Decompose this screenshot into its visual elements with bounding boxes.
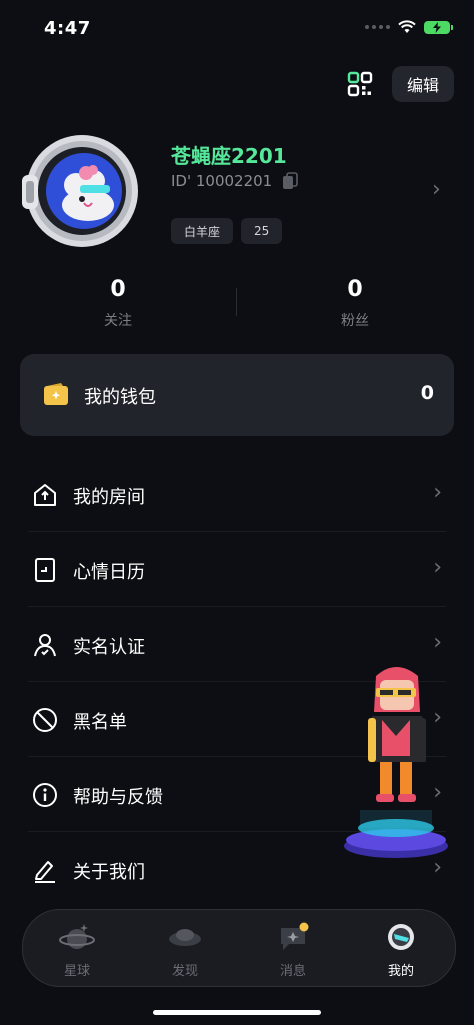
calendar-icon: [35, 558, 55, 582]
status-icons: [365, 20, 453, 34]
menu-item-label: 实名认证: [73, 637, 145, 658]
character-figure-icon: [344, 667, 448, 858]
verify-person-icon: [34, 634, 56, 657]
tab-label: 星球: [63, 964, 90, 979]
edit-button[interactable]: 编辑: [392, 66, 454, 102]
menu-item-mood-calendar[interactable]: 心情日历 ›: [28, 531, 446, 607]
discover-icon: [169, 929, 201, 946]
tab-messages[interactable]: 消息: [239, 910, 347, 986]
profile-icon: [388, 924, 414, 950]
info-icon: [33, 783, 57, 807]
tab-label: 消息: [279, 964, 306, 979]
battery-icon: [424, 20, 453, 34]
bottom-tab-bar: 星球 发现 消息 我的: [22, 909, 456, 987]
zodiac-tag: 白羊座: [171, 218, 234, 244]
menu-item-my-room[interactable]: 我的房间 ›: [28, 456, 446, 532]
age-tag: 25: [241, 218, 283, 244]
followers-label: 粉丝: [341, 313, 369, 329]
stats-divider: [236, 288, 237, 316]
chevron-right-icon: ›: [433, 480, 442, 505]
following-count: 0: [110, 277, 126, 302]
home-indicator: [153, 1010, 321, 1015]
planet-icon: [59, 924, 95, 949]
unread-dot-icon: [299, 922, 309, 932]
block-icon: [33, 708, 57, 732]
user-id-row: ID' 10002201: [171, 172, 299, 190]
menu-item-label: 关于我们: [73, 862, 145, 883]
wallet-card[interactable]: 我的钱包 0: [20, 354, 454, 436]
tab-discover[interactable]: 发现: [131, 910, 239, 986]
signal-dots-icon: [365, 25, 390, 29]
following-label: 关注: [104, 313, 132, 329]
copy-icon[interactable]: [282, 172, 299, 190]
menu-item-label: 心情日历: [73, 562, 145, 583]
followers-count: 0: [347, 277, 363, 302]
followers-stat[interactable]: 0 粉丝: [295, 277, 415, 330]
status-time: 4:47: [44, 18, 91, 39]
following-stat[interactable]: 0 关注: [58, 277, 178, 330]
qr-code-button[interactable]: [345, 69, 375, 99]
profile-tags: 白羊座 25: [171, 218, 283, 244]
profile-chevron-right-icon[interactable]: ›: [432, 177, 441, 202]
tab-planet[interactable]: 星球: [23, 910, 131, 986]
user-id: ID' 10002201: [171, 172, 273, 190]
qr-code-icon: [347, 71, 373, 97]
menu-item-label: 我的房间: [73, 487, 145, 508]
menu-item-label: 黑名单: [73, 712, 127, 733]
wifi-icon: [398, 20, 416, 33]
wallet-icon: [44, 383, 68, 405]
chevron-right-icon: ›: [433, 555, 442, 580]
wallet-label: 我的钱包: [84, 387, 156, 408]
chevron-right-icon: ›: [433, 630, 442, 655]
tab-me[interactable]: 我的: [347, 910, 455, 986]
astronaut-avatar-icon: [22, 135, 138, 247]
tab-label: 我的: [387, 964, 414, 979]
menu-item-label: 帮助与反馈: [73, 787, 163, 808]
nickname: 苍蝇座2201: [171, 144, 287, 168]
tab-label: 发现: [171, 964, 198, 979]
avatar[interactable]: [22, 133, 138, 249]
pen-icon: [35, 861, 55, 883]
wallet-balance: 0: [420, 382, 434, 404]
home-icon: [34, 484, 56, 506]
message-icon: [281, 922, 309, 950]
floating-avatar-character[interactable]: [340, 660, 458, 860]
